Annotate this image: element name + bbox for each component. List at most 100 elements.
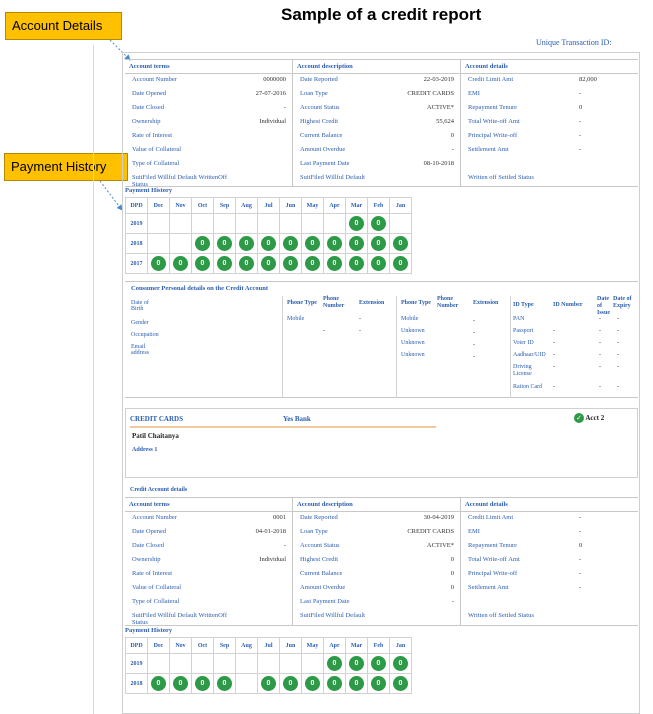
month-header: Feb [367, 197, 390, 214]
account-details-column: Account details Credit Limit Amt 82,000 EM… [461, 60, 638, 187]
dpd-status-dot: 0 [393, 656, 408, 671]
field-value: - [579, 570, 582, 577]
id-expiry-date: - [617, 316, 619, 322]
dpd-cell: 0 [389, 653, 412, 674]
phone-type: Mobile [401, 316, 419, 322]
dpd-cell: 0 [323, 673, 346, 694]
dpd-cell [147, 233, 170, 254]
field-row: SuitFiled Willful Default WrittenOff Sta… [125, 174, 292, 188]
dpd-cell: 0 [169, 673, 192, 694]
field-value: - [579, 90, 582, 97]
phone-extension: - [359, 328, 361, 334]
field-row: Loan Type CREDIT CARDS [293, 90, 460, 103]
month-header: Aug [235, 637, 258, 654]
field-value: - [579, 514, 582, 521]
field-row: Settlement Amt - [461, 146, 638, 159]
account-badge-label: Acct 2 [585, 414, 605, 422]
dpd-cell: 0 [191, 253, 214, 274]
field-row: EMI - [461, 528, 638, 541]
account-holder-name: Patil Chaitanya [132, 432, 179, 440]
dpd-cell: 0 [279, 233, 302, 254]
year-row: 2019 0 0 0 0 [125, 653, 412, 674]
dpd-status-dot: 0 [393, 236, 408, 251]
personal-fields-column: Date of Birth Gender Occupation Email ad… [125, 296, 283, 398]
phone-extension: - [473, 342, 475, 348]
id-expiry-date: - [617, 352, 619, 358]
id-issue-date: - [599, 328, 601, 334]
dpd-cell: 0 [213, 673, 236, 694]
field-row: Repayment Tenure 0 [461, 542, 638, 555]
dpd-status-dot: 0 [261, 676, 276, 691]
extension-header: Extension [473, 300, 499, 306]
field-label: Current Balance [300, 570, 343, 577]
phone-type: Unknown [401, 340, 425, 346]
month-header-row: DPD Dec Nov Oct Sep Aug Jul Jun May Apr Mar Feb Jan [125, 637, 412, 654]
field-label: Ownership [132, 556, 161, 563]
account-details-column: Account details Credit Limit Amt - EMI - Rep… [461, 498, 638, 626]
dpd-status-dot: 0 [371, 236, 386, 251]
field-value: ACTIVE* [426, 104, 454, 111]
phone-type-header: Phone Type [287, 300, 317, 306]
account-table-1: Account terms Account Number 0000000 Date … [125, 59, 638, 188]
dpd-cell: 0 [389, 233, 412, 254]
field-row: Type of Collateral [125, 160, 292, 173]
field-row: Total Write-off Amt - [461, 556, 638, 569]
dpd-status-dot: 0 [327, 656, 342, 671]
field-label: Date Closed [132, 542, 164, 549]
dpd-status-dot: 0 [283, 256, 298, 271]
dpd-cell [213, 213, 236, 234]
month-header: Apr [323, 197, 346, 214]
left-margin-rule [93, 45, 94, 714]
field-row: Last Payment Date 08-10-2018 [293, 160, 460, 173]
field-value: CREDIT CARDS [407, 90, 454, 97]
id-type: Driving License [513, 364, 532, 377]
month-header: Jul [257, 197, 280, 214]
column-header: Account details [465, 501, 508, 508]
field-value: 08-10-2018 [423, 160, 454, 167]
dpd-status-dot: 0 [371, 216, 386, 231]
dpd-header: DPD [125, 637, 148, 654]
account-terms-column: Account terms Account Number 0001 Date Ope… [125, 498, 293, 626]
occupation-label: Occupation [131, 332, 159, 338]
month-header: Nov [169, 637, 192, 654]
dpd-cell [235, 673, 258, 694]
dpd-cell [213, 653, 236, 674]
dpd-status-dot: 0 [239, 256, 254, 271]
dpd-cell [279, 213, 302, 234]
field-row: SuitFiled Willful Default [293, 174, 460, 187]
id-type: Voter ID [513, 340, 534, 346]
field-label: Highest Credit [300, 556, 339, 563]
dpd-cell: 0 [389, 253, 412, 274]
field-value: 0 [450, 584, 454, 591]
dpd-cell [323, 213, 346, 234]
dpd-cell [147, 653, 170, 674]
account-terms-column: Account terms Account Number 0000000 Date … [125, 60, 293, 188]
month-header: Oct [191, 197, 214, 214]
dpd-status-dot: 0 [283, 236, 298, 251]
field-value: 0000000 [263, 76, 286, 83]
dpd-status-dot: 0 [195, 236, 210, 251]
phone-number-header: Phone Number [323, 296, 345, 309]
dpd-cell: 0 [323, 653, 346, 674]
field-label: SuitFiled Willful Default [300, 612, 365, 619]
payment-history-table-2: DPD Dec Nov Oct Sep Aug Jul Jun May Apr Mar Feb Jan 2… [125, 637, 412, 694]
field-row: Date Closed - [125, 542, 292, 555]
dpd-cell: 0 [169, 253, 192, 274]
account-badge: ✓ Acct 2 [574, 413, 604, 423]
field-row: Credit Limit Amt - [461, 514, 638, 527]
field-label: SuitFiled Willful Default [300, 174, 365, 181]
month-header: Mar [345, 637, 368, 654]
field-row [461, 598, 638, 611]
field-label: Type of Collateral [132, 598, 180, 605]
field-row: Credit Limit Amt 82,000 [461, 76, 638, 89]
month-header: May [301, 637, 324, 654]
bank-name[interactable]: Yes Bank [283, 415, 311, 423]
field-value: 0001 [273, 514, 286, 521]
field-label: Written off Settled Status [468, 612, 534, 619]
field-value: 30-04-2019 [423, 514, 454, 521]
field-row: Amount Overdue 0 [293, 584, 460, 597]
dpd-cell [257, 213, 280, 234]
month-header: Jan [389, 197, 412, 214]
payment-history-arrow [99, 180, 123, 211]
field-row: SuitFiled Willful Default WrittenOff Sta… [125, 612, 292, 626]
